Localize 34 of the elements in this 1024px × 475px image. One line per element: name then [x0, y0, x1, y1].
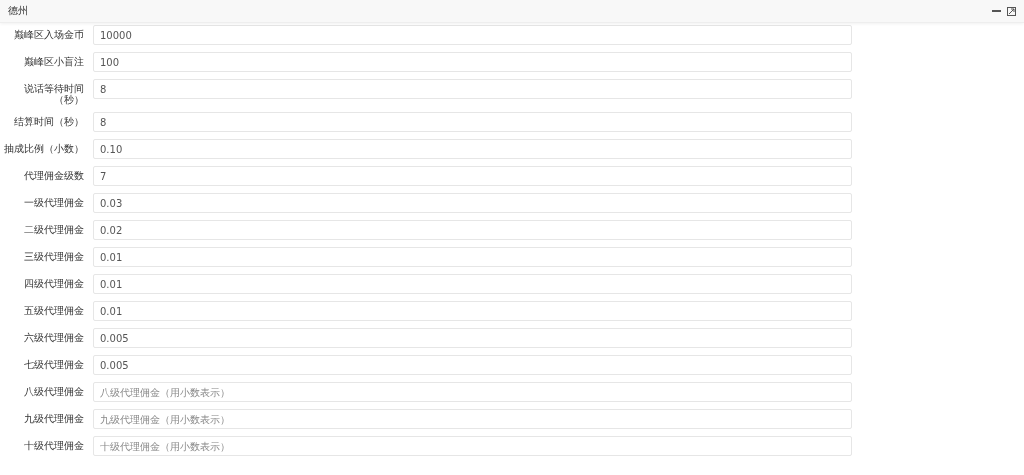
input-field[interactable]: 10000 — [93, 25, 852, 45]
field-label: 九级代理佣金 — [23, 412, 84, 424]
field-label: 说话等待时间（秒） — [23, 82, 84, 105]
field-label: 抽成比例（小数） — [3, 142, 84, 154]
field-label: 六级代理佣金 — [23, 331, 84, 343]
maximize-icon[interactable] — [1007, 6, 1016, 16]
input-field[interactable]: 八级代理佣金（用小数表示） — [93, 382, 852, 402]
field-label: 结算时间（秒） — [13, 115, 84, 127]
input-field[interactable]: 8 — [93, 79, 852, 99]
window-title: 德州 — [8, 4, 29, 18]
input-field[interactable]: 0.005 — [93, 355, 852, 375]
field-label: 十级代理佣金 — [23, 439, 84, 451]
input-field[interactable]: 0.03 — [93, 193, 852, 213]
field-label: 七级代理佣金 — [23, 358, 84, 370]
field-label: 四级代理佣金 — [23, 277, 84, 289]
input-field[interactable]: 8 — [93, 112, 852, 132]
input-field[interactable]: 0.02 — [93, 220, 852, 240]
input-field[interactable]: 0.005 — [93, 328, 852, 348]
field-label: 巅峰区入场金币 — [13, 28, 84, 40]
field-label: 巅峰区小盲注 — [23, 55, 84, 67]
input-field[interactable]: 九级代理佣金（用小数表示） — [93, 409, 852, 429]
field-label: 二级代理佣金 — [23, 223, 84, 235]
input-field[interactable]: 0.01 — [93, 274, 852, 294]
input-field[interactable]: 0.01 — [93, 301, 852, 321]
field-label: 三级代理佣金 — [23, 250, 84, 262]
input-field[interactable]: 0.01 — [93, 247, 852, 267]
field-label: 五级代理佣金 — [23, 304, 84, 316]
field-label: 一级代理佣金 — [23, 196, 84, 208]
field-label: 八级代理佣金 — [23, 385, 84, 397]
field-label: 代理佣金级数 — [23, 169, 84, 181]
input-field[interactable]: 十级代理佣金（用小数表示） — [93, 436, 852, 456]
input-field[interactable]: 0.10 — [93, 139, 852, 159]
input-field[interactable]: 100 — [93, 52, 852, 72]
input-field[interactable]: 7 — [93, 166, 852, 186]
